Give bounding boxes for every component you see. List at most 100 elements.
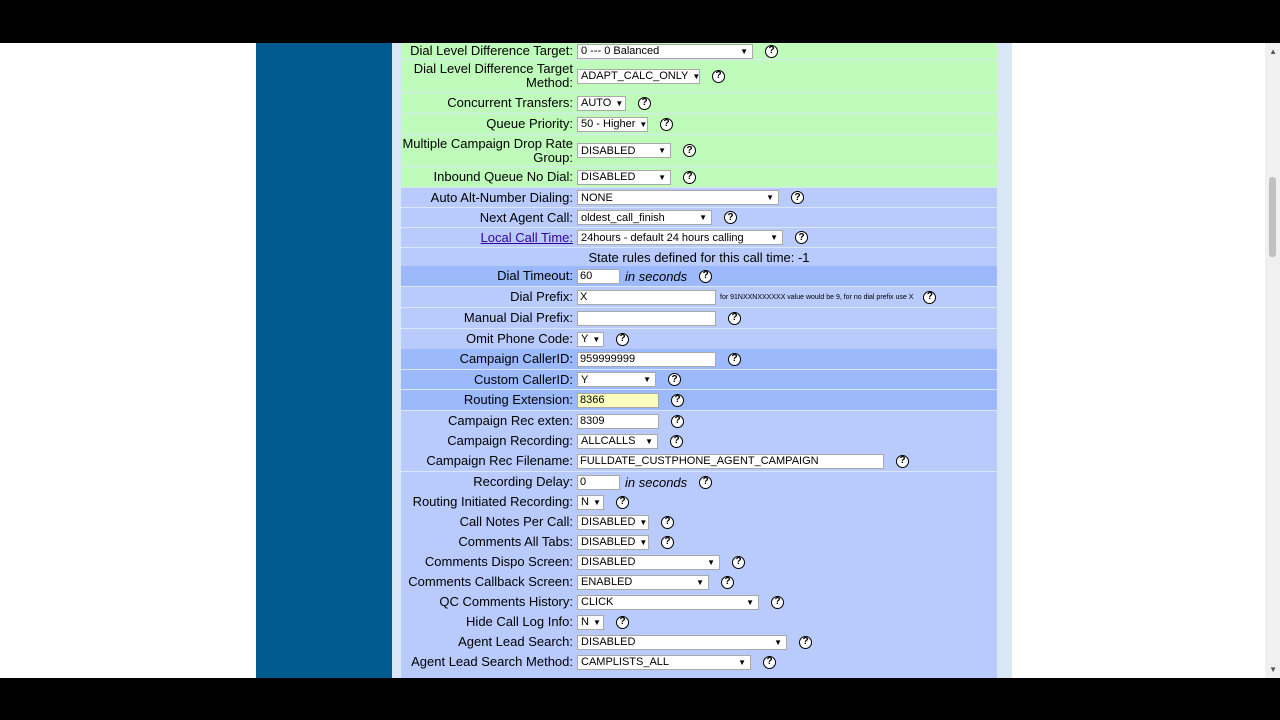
dropdown-arrow-icon: ▼: [699, 213, 707, 222]
scroll-down-arrow-icon[interactable]: ▼: [1269, 665, 1277, 674]
help-icon[interactable]: ?: [699, 475, 713, 489]
help-icon[interactable]: ?: [728, 352, 741, 366]
help-icon[interactable]: ?: [661, 535, 674, 549]
help-icon[interactable]: ?: [671, 393, 684, 407]
help-icon[interactable]: ?: [765, 44, 778, 58]
local-call-time-link[interactable]: Local Call Time:: [481, 230, 573, 245]
campaign-callerid-input[interactable]: 959999999: [577, 351, 716, 367]
help-icon[interactable]: ?: [732, 555, 745, 569]
comments-all-tabs-select[interactable]: DISABLED ▼: [577, 534, 649, 550]
vertical-scrollbar[interactable]: ▲ ▼: [1265, 43, 1280, 678]
help-icon[interactable]: ?: [724, 211, 737, 224]
drop-rate-group-select[interactable]: DISABLED ▼: [577, 143, 671, 158]
qc-comments-history-select[interactable]: CLICK ▼: [577, 594, 759, 610]
row-partial-next: [401, 672, 997, 678]
routing-initiated-recording-select[interactable]: N ▼: [577, 494, 604, 510]
help-icon[interactable]: ?: [660, 117, 673, 131]
scrollbar-thumb[interactable]: [1269, 177, 1276, 257]
inbound-queue-no-dial-select[interactable]: DISABLED ▼: [577, 169, 671, 185]
label: Dial Level Difference Target Method:: [413, 61, 573, 90]
row-comments-dispo-screen: Comments Dispo Screen: DISABLED ▼?: [401, 552, 997, 572]
omit-phone-code-select[interactable]: Y ▼: [577, 331, 604, 347]
dial-level-difference-target-select[interactable]: 0 --- 0 Balanced ▼: [577, 43, 753, 59]
label: Comments Callback Screen:: [408, 574, 573, 589]
dial-prefix-hint: for 91NXXNXXXXXX value would be 9, for n…: [720, 293, 914, 301]
unit-label: in seconds: [625, 268, 688, 284]
help-icon[interactable]: ?: [699, 269, 713, 283]
label: Omit Phone Code:: [466, 331, 573, 346]
dropdown-arrow-icon: ▼: [746, 597, 754, 607]
help-icon[interactable]: ?: [795, 231, 808, 244]
agent-lead-search-select[interactable]: DISABLED ▼: [577, 634, 787, 650]
dial-level-target-method-select[interactable]: ADAPT_CALC_ONLY ▼: [577, 68, 701, 84]
comments-callback-screen-select[interactable]: ENABLED ▼: [577, 574, 709, 590]
label: Inbound Queue No Dial:: [433, 169, 573, 184]
dropdown-arrow-icon: ▼: [738, 657, 746, 667]
scroll-up-arrow-icon[interactable]: ▲: [1269, 47, 1277, 56]
help-icon[interactable]: ?: [799, 635, 812, 649]
help-icon[interactable]: ?: [683, 170, 696, 184]
row-concurrent-transfers: Concurrent Transfers: AUTO ▼?: [401, 93, 997, 113]
custom-callerid-select[interactable]: Y ▼: [577, 372, 656, 387]
row-comments-callback-screen: Comments Callback Screen: ENABLED ▼?: [401, 572, 997, 592]
row-campaign-rec-filename: Campaign Rec Filename: FULLDATE_CUSTPHON…: [401, 451, 997, 471]
help-icon[interactable]: ?: [616, 615, 629, 629]
row-qc-comments-history: QC Comments History: CLICK ▼?: [401, 592, 997, 612]
label: Comments Dispo Screen:: [424, 554, 573, 569]
dial-prefix-input[interactable]: X: [577, 289, 716, 305]
label: Routing Extension:: [463, 392, 573, 407]
label: Hide Call Log Info:: [466, 614, 573, 629]
dropdown-arrow-icon: ▼: [774, 637, 782, 647]
label: Local Call Time:: [401, 230, 575, 245]
next-agent-call-select[interactable]: oldest_call_finish ▼: [577, 210, 712, 225]
row-multiple-campaign-drop-rate-group: Multiple Campaign Drop Rate Group: DISAB…: [401, 135, 997, 166]
help-icon[interactable]: ?: [721, 575, 734, 589]
help-icon[interactable]: ?: [763, 655, 776, 669]
routing-extension-input[interactable]: 8366: [577, 392, 659, 408]
concurrent-transfers-select[interactable]: AUTO ▼: [577, 95, 626, 111]
row-agent-lead-search-method: Agent Lead Search Method: CAMPLISTS_ALL ▼…: [401, 652, 997, 672]
call-notes-per-call-select[interactable]: DISABLED ▼: [577, 514, 649, 530]
dropdown-arrow-icon: ▼: [696, 577, 704, 587]
hide-call-log-info-select[interactable]: N ▼: [577, 614, 604, 630]
help-icon[interactable]: ?: [616, 495, 629, 509]
label: Multiple Campaign Drop Rate Group:: [402, 135, 573, 165]
label: Queue Priority:: [486, 116, 573, 131]
help-icon[interactable]: ?: [896, 454, 909, 468]
label: QC Comments History:: [439, 594, 573, 609]
local-call-time-select[interactable]: 24hours - default 24 hours calling ▼: [577, 230, 783, 245]
dropdown-arrow-icon: ▼: [692, 71, 701, 81]
row-queue-priority: Queue Priority: 50 - Higher ▼?: [401, 114, 997, 134]
recording-delay-input[interactable]: 0: [577, 474, 620, 490]
auto-alt-number-dialing-select[interactable]: NONE ▼: [577, 190, 779, 205]
help-icon[interactable]: ?: [791, 191, 804, 204]
row-recording-delay: Recording Delay: 0 in seconds?: [401, 472, 997, 492]
dropdown-arrow-icon: ▼: [658, 172, 666, 182]
row-next-agent-call: Next Agent Call: oldest_call_finish ▼?: [401, 208, 997, 227]
help-icon[interactable]: ?: [668, 373, 681, 386]
help-icon[interactable]: ?: [661, 515, 674, 529]
dropdown-arrow-icon: ▼: [658, 146, 666, 155]
row-state-rules-note: State rules defined for this call time: …: [401, 248, 997, 266]
help-icon[interactable]: ?: [923, 290, 937, 304]
dropdown-arrow-icon: ▼: [615, 98, 624, 108]
help-icon[interactable]: ?: [683, 144, 696, 157]
help-icon[interactable]: ?: [638, 96, 651, 110]
campaign-rec-filename-input[interactable]: FULLDATE_CUSTPHONE_AGENT_CAMPAIGN: [577, 453, 884, 469]
queue-priority-select[interactable]: 50 - Higher ▼: [577, 116, 648, 132]
row-campaign-callerid: Campaign CallerID: 959999999?: [401, 349, 997, 369]
dial-timeout-input[interactable]: 60: [577, 268, 620, 284]
help-icon[interactable]: ?: [616, 332, 629, 346]
help-icon[interactable]: ?: [728, 311, 741, 325]
help-icon[interactable]: ?: [771, 595, 784, 609]
comments-dispo-screen-select[interactable]: DISABLED ▼: [577, 554, 720, 570]
manual-dial-prefix-input[interactable]: [577, 310, 716, 326]
help-icon[interactable]: ?: [671, 414, 684, 428]
campaign-rec-exten-input[interactable]: 8309: [577, 413, 659, 429]
help-icon[interactable]: ?: [670, 434, 683, 448]
label: Campaign Rec Filename:: [426, 453, 573, 468]
campaign-recording-select[interactable]: ALLCALLS ▼: [577, 433, 658, 449]
agent-lead-search-method-select[interactable]: CAMPLISTS_ALL ▼: [577, 654, 751, 670]
help-icon[interactable]: ?: [712, 69, 725, 83]
label: Recording Delay:: [473, 474, 573, 489]
